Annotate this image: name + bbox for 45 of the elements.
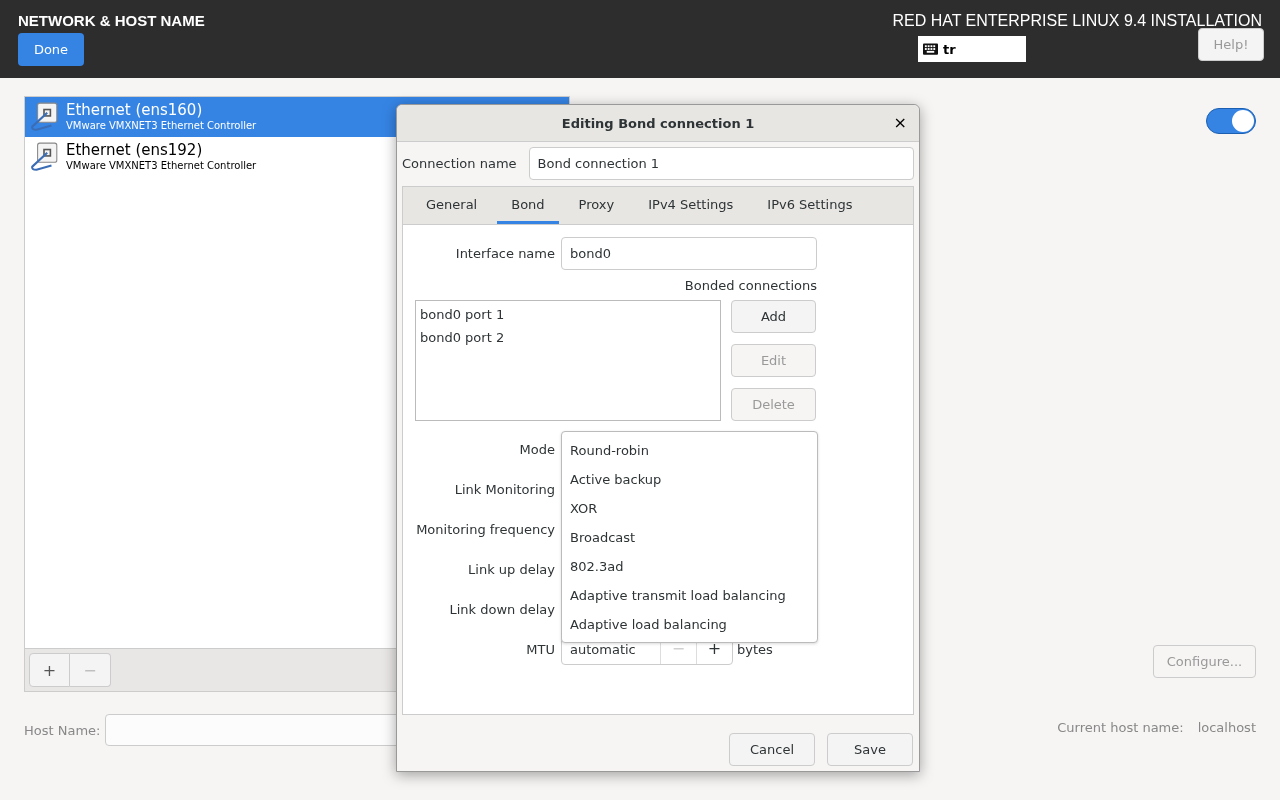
mode-option[interactable]: Adaptive transmit load balancing (570, 581, 809, 610)
current-host-name-value: localhost (1197, 720, 1256, 735)
page-title: NETWORK & HOST NAME (18, 12, 205, 29)
add-button[interactable]: Add (731, 300, 816, 333)
form-label: Link up delay (467, 561, 555, 577)
form-label: Monitoring frequency (415, 521, 555, 537)
mtu-unit-label: bytes (737, 641, 773, 657)
ethernet-icon (28, 141, 60, 173)
product-title: RED HAT ENTERPRISE LINUX 9.4 INSTALLATION (892, 12, 1262, 30)
current-host-name-label: Current host name: (1057, 720, 1184, 735)
mode-option[interactable]: Broadcast (570, 523, 809, 552)
cancel-button[interactable]: Cancel (729, 733, 815, 766)
mode-option[interactable]: XOR (570, 494, 809, 523)
form-label: Mode (518, 441, 555, 457)
form-label: MTU (525, 641, 555, 657)
form-label: Link down delay (448, 601, 555, 617)
bonded-connection-item[interactable]: bond0 port 2 (420, 326, 716, 349)
mode-option[interactable]: 802.3ad (570, 552, 809, 581)
done-button[interactable]: Done (18, 33, 84, 66)
ethernet-icon (28, 101, 60, 133)
close-button[interactable]: × (889, 113, 911, 132)
device-name: Ethernet (ens160) (66, 102, 204, 119)
save-button[interactable]: Save (827, 733, 913, 766)
tab[interactable]: IPv6 Settings (753, 187, 867, 224)
keyboard-icon (923, 43, 938, 55)
device-description: VMware VMXNET3 Ethernet Controller (66, 159, 257, 172)
host-name-label: Host Name: (24, 722, 101, 738)
connection-name-label: Connection name (402, 156, 517, 171)
connection-switch[interactable] (1206, 108, 1256, 134)
device-description: VMware VMXNET3 Ethernet Controller (66, 119, 257, 132)
add-device-button[interactable]: + (29, 653, 70, 687)
interface-name-field[interactable]: bond0 (561, 237, 817, 270)
tab[interactable]: Bond (497, 187, 559, 224)
bonded-connection-item[interactable]: bond0 port 1 (420, 303, 716, 326)
device-name: Ethernet (ens192) (66, 142, 204, 159)
tab[interactable]: IPv4 Settings (634, 187, 748, 224)
form-label: Link Monitoring (453, 481, 555, 497)
keyboard-layout-indicator[interactable]: tr (918, 36, 1026, 62)
interface-name-label: Interface name (454, 246, 555, 261)
tab[interactable]: Proxy (564, 187, 629, 224)
connection-name-field[interactable]: Bond connection 1 (528, 147, 914, 180)
tab[interactable]: General (412, 187, 492, 224)
mode-option[interactable]: Round-robin (570, 436, 809, 465)
mode-option[interactable]: Active backup (570, 465, 809, 494)
bonded-connections-label: Bonded connections (684, 278, 817, 293)
